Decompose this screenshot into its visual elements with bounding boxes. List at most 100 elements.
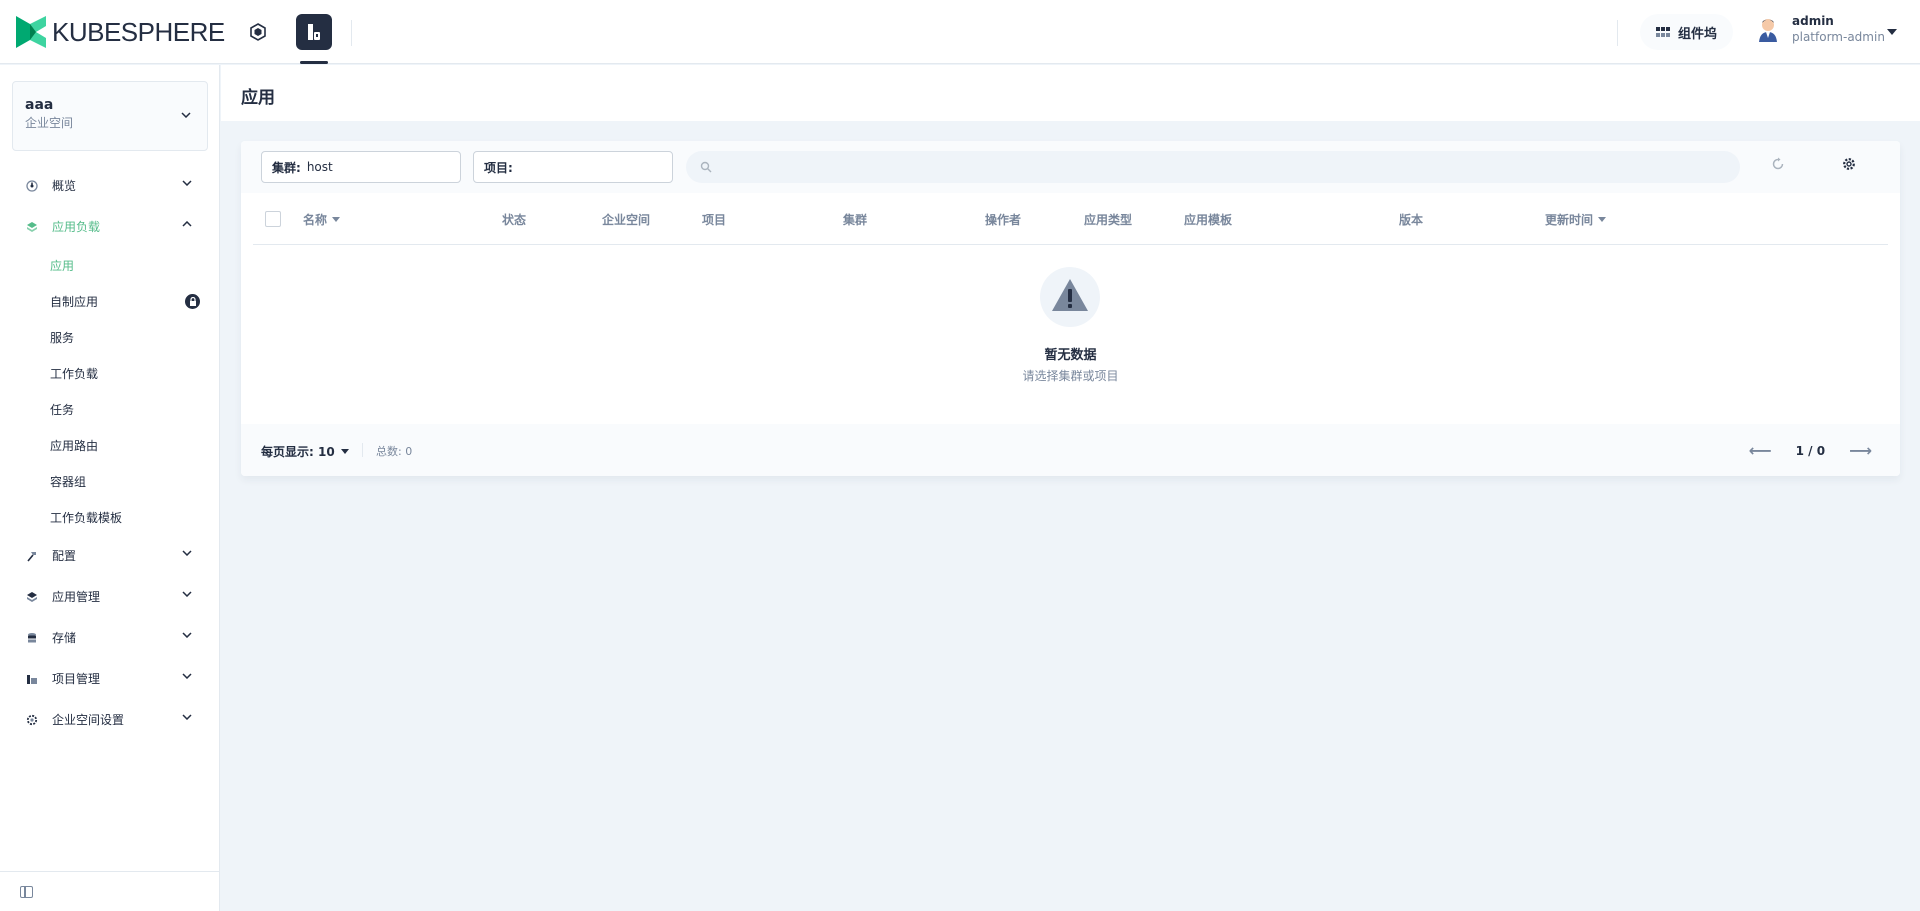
divider [1617,20,1618,46]
column-header-app-type: 应用类型 [1084,211,1132,228]
sidebar-item-overview[interactable]: 概览 [0,165,220,206]
sidebar-item-storage[interactable]: 存储 [0,617,220,658]
divider [362,443,363,457]
top-navbar: KUBESPHERE 组件坞 admin platform-admin [0,0,1920,64]
arrow-left-icon[interactable]: ⟵ [1749,441,1772,460]
sidebar-subitem-label: 容器组 [50,474,87,489]
collapse-sidebar-icon[interactable] [20,886,33,898]
sidebar-item-app-workloads[interactable]: 应用负载 [0,206,220,247]
sidebar-item-label: 存储 [52,631,77,645]
gear-icon[interactable] [1842,157,1856,171]
sidebar: aaa 企业空间 概览 应用负载 应用 自制应用 服务 工作负载 任务 应用路由… [0,65,220,911]
warning-icon [1052,267,1100,311]
column-header-app-template: 应用模板 [1184,211,1232,228]
caret-down-icon [340,449,349,454]
sidebar-footer [0,871,219,911]
enterprise-icon [308,24,320,40]
sidebar-subitem-jobs[interactable]: 任务 [0,391,220,427]
sidebar-subitem-composed-apps[interactable]: 自制应用 [0,283,220,319]
toolbox-button[interactable]: 组件坞 [1640,14,1734,50]
cluster-select[interactable]: 集群: host [261,151,461,183]
chevron-up-icon [182,221,192,227]
kubesphere-logo-icon [16,16,46,48]
sort-caret-icon [332,217,341,222]
pagination: ⟵ 1 / 0 ⟶ [1749,441,1872,460]
sidebar-subitem-label: 任务 [50,402,75,417]
caret-down-icon[interactable] [1887,29,1897,35]
column-header-cluster: 集群 [843,211,867,228]
column-header-project: 项目 [702,211,726,228]
sidebar-subitem-services[interactable]: 服务 [0,319,220,355]
cube-icon [250,23,266,41]
total-count: 总数: 0 [376,445,413,458]
workspace-name: aaa [25,97,54,113]
hammer-icon [27,551,36,562]
sidebar-subitem-pods[interactable]: 容器组 [0,463,220,499]
avatar [1759,19,1777,42]
project-icon [27,674,37,684]
divider [351,20,352,46]
search-bar[interactable] [686,151,1740,183]
empty-state-description: 请选择集群或项目 [1022,369,1119,383]
kubesphere-logo[interactable]: KUBESPHERE [16,16,225,48]
sidebar-subitem-workload-templates[interactable]: 工作负载模板 [0,499,220,535]
column-header-label: 集群 [843,213,868,227]
sidebar-item-workspace-settings[interactable]: 企业空间设置 [0,699,220,740]
arrow-right-icon[interactable]: ⟶ [1849,441,1872,460]
database-icon [28,632,36,642]
brand-name: KUBESPHERE [52,16,225,47]
sidebar-item-label: 企业空间设置 [52,713,125,727]
table-toolbar: 集群: host 项目: [241,141,1900,193]
project-select[interactable]: 项目: [473,151,673,183]
appstore-icon [27,591,37,602]
table-footer: 每页显示: 10 总数: 0 ⟵ 1 / 0 ⟶ [241,424,1900,476]
sidebar-item-label: 配置 [52,549,77,563]
page-header: 应用 [221,65,1920,121]
column-header-label: 应用类型 [1084,213,1133,227]
user-name: admin [1792,14,1834,28]
empty-state-title: 暂无数据 [1044,348,1097,363]
sidebar-item-project-management[interactable]: 项目管理 [0,658,220,699]
toolbox-label: 组件坞 [1678,26,1718,42]
column-header-label: 状态 [502,213,527,227]
sidebar-item-label: 应用负载 [52,220,101,234]
page-size-select[interactable]: 每页显示: 10 [261,443,349,460]
sidebar-subitem-apps[interactable]: 应用 [0,247,220,283]
chevron-down-icon [182,180,192,186]
column-header-operator: 操作者 [985,211,1021,228]
column-header-name[interactable]: 名称 [303,211,341,228]
apps-table-panel: 集群: host 项目: 名称 状态 企业空间 项目 集群 操作者 应用类型 应… [241,141,1900,476]
search-input[interactable] [720,160,1700,174]
sidebar-item-app-management[interactable]: 应用管理 [0,576,220,617]
refresh-icon[interactable] [1771,157,1785,171]
sidebar-subitem-workloads[interactable]: 工作负载 [0,355,220,391]
select-all-checkbox[interactable] [265,211,281,227]
grid-icon [1656,27,1670,37]
search-icon [700,161,712,173]
column-header-status: 状态 [502,211,526,228]
sort-caret-icon [1598,217,1607,222]
empty-state-icon-wrapper [1040,267,1100,327]
column-header-label: 更新时间 [1545,213,1594,227]
sidebar-subitem-ingresses[interactable]: 应用路由 [0,427,220,463]
sidebar-subitem-label: 工作负载 [50,366,99,381]
user-menu[interactable]: admin platform-admin [1754,13,1885,45]
lock-icon [185,294,200,309]
sidebar-nav: 概览 应用负载 应用 自制应用 服务 工作负载 任务 应用路由 容器组 工作负载… [0,165,220,740]
column-header-label: 名称 [303,213,328,227]
dashboard-icon [26,179,38,192]
page-indicator: 1 / 0 [1795,443,1826,458]
workspace-nav-button[interactable] [296,14,332,64]
cluster-select-label: 集群: [272,160,301,175]
column-header-label: 版本 [1399,213,1424,227]
empty-state: 暂无数据 请选择集群或项目 [241,245,1900,425]
workspace-selector[interactable]: aaa 企业空间 [12,81,208,151]
sidebar-subitem-label: 服务 [50,330,75,345]
column-header-updated-time[interactable]: 更新时间 [1545,211,1607,228]
platform-nav-button[interactable] [240,14,276,50]
chevron-down-icon [182,714,192,720]
workspace-type: 企业空间 [25,116,74,130]
page-size-label: 每页显示: 10 [261,445,335,459]
user-role: platform-admin [1792,30,1885,44]
sidebar-item-config[interactable]: 配置 [0,535,220,576]
